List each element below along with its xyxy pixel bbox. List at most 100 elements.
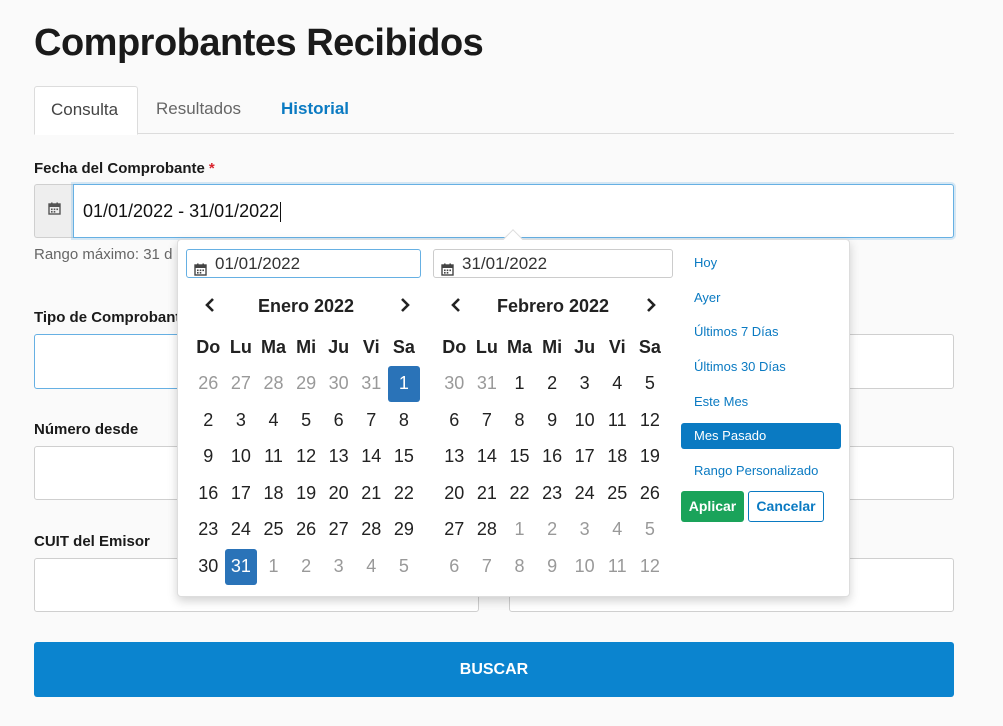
calendar-day[interactable]: 24 (225, 512, 258, 548)
calendar-day[interactable]: 15 (503, 439, 536, 475)
picker-end-input[interactable]: 31/01/2022 (433, 249, 673, 278)
calendar-day[interactable]: 25 (601, 475, 634, 511)
calendar-day[interactable]: 1 (503, 366, 536, 402)
calendar-day[interactable]: 3 (322, 549, 355, 585)
calendar-day[interactable]: 4 (601, 366, 634, 402)
buscar-button[interactable]: BUSCAR (34, 642, 954, 697)
range-option[interactable]: Ayer (681, 285, 841, 311)
calendar-day[interactable]: 23 (536, 475, 569, 511)
calendar-day[interactable]: 31 (224, 548, 258, 585)
range-option[interactable]: Este Mes (681, 389, 841, 415)
calendar-day[interactable]: 31 (355, 366, 388, 402)
calendar-day[interactable]: 19 (634, 439, 667, 475)
calendar-day[interactable]: 29 (290, 366, 323, 402)
calendar-day[interactable]: 3 (568, 366, 601, 402)
calendar-day[interactable]: 1 (257, 549, 290, 585)
calendar-day[interactable]: 26 (634, 475, 667, 511)
picker-start-input[interactable]: 01/01/2022 (186, 249, 421, 278)
calendar-day[interactable]: 5 (634, 512, 667, 548)
calendar-day[interactable]: 6 (438, 549, 471, 585)
tab-historial[interactable]: Historial (265, 86, 365, 134)
calendar-day[interactable]: 27 (225, 366, 258, 402)
calendar-day[interactable]: 9 (536, 402, 569, 438)
calendar-day[interactable]: 3 (225, 402, 258, 438)
apply-button[interactable]: Aplicar (681, 491, 744, 522)
calendar-day[interactable]: 13 (438, 439, 471, 475)
range-option[interactable]: Últimos 7 Días (681, 319, 841, 345)
calendar-day[interactable]: 24 (568, 475, 601, 511)
range-option[interactable]: Rango Personalizado (681, 458, 841, 484)
calendar-day[interactable]: 22 (503, 475, 536, 511)
calendar-day[interactable]: 30 (322, 366, 355, 402)
range-option[interactable]: Mes Pasado (681, 423, 841, 450)
tab-consulta[interactable]: Consulta (34, 86, 138, 135)
calendar-day[interactable]: 5 (388, 549, 421, 585)
prev-month-button-right[interactable] (446, 296, 466, 318)
calendar-day[interactable]: 17 (568, 439, 601, 475)
calendar-day[interactable]: 21 (471, 475, 504, 511)
calendar-day[interactable]: 31 (471, 366, 504, 402)
calendar-day[interactable]: 28 (471, 512, 504, 548)
calendar-day[interactable]: 11 (601, 549, 634, 585)
calendar-day[interactable]: 12 (290, 439, 323, 475)
calendar-day[interactable]: 30 (438, 366, 471, 402)
calendar-day[interactable]: 8 (503, 549, 536, 585)
calendar-day[interactable]: 20 (322, 475, 355, 511)
calendar-day[interactable]: 16 (192, 475, 225, 511)
calendar-day[interactable]: 7 (471, 402, 504, 438)
calendar-day[interactable]: 5 (634, 366, 667, 402)
calendar-day[interactable]: 6 (322, 402, 355, 438)
calendar-day[interactable]: 2 (192, 402, 225, 438)
range-option[interactable]: Últimos 30 Días (681, 354, 841, 380)
calendar-day[interactable]: 27 (322, 512, 355, 548)
calendar-day[interactable]: 10 (225, 439, 258, 475)
calendar-day[interactable]: 26 (290, 512, 323, 548)
calendar-day[interactable]: 8 (503, 402, 536, 438)
calendar-day[interactable]: 18 (601, 439, 634, 475)
calendar-day[interactable]: 8 (388, 402, 421, 438)
calendar-day[interactable]: 27 (438, 512, 471, 548)
calendar-day[interactable]: 9 (536, 549, 569, 585)
calendar-day[interactable]: 14 (471, 439, 504, 475)
numero-hasta-input[interactable] (845, 446, 954, 500)
calendar-day[interactable]: 20 (438, 475, 471, 511)
calendar-day[interactable]: 2 (536, 512, 569, 548)
calendar-day[interactable]: 26 (192, 366, 225, 402)
calendar-day[interactable]: 29 (388, 512, 421, 548)
calendar-day[interactable]: 15 (388, 439, 421, 475)
calendar-day[interactable]: 7 (471, 549, 504, 585)
calendar-day[interactable]: 7 (355, 402, 388, 438)
next-month-button-left[interactable] (395, 296, 415, 318)
numero-desde-input[interactable] (34, 446, 184, 500)
calendar-day[interactable]: 12 (634, 402, 667, 438)
calendar-day[interactable]: 28 (355, 512, 388, 548)
calendar-day[interactable]: 28 (257, 366, 290, 402)
calendar-day[interactable]: 1 (503, 512, 536, 548)
calendar-day[interactable]: 11 (601, 402, 634, 438)
tipo-select[interactable] (34, 334, 184, 389)
tab-resultados[interactable]: Resultados (140, 86, 257, 134)
calendar-day[interactable]: 21 (355, 475, 388, 511)
calendar-day[interactable]: 25 (257, 512, 290, 548)
calendar-day[interactable]: 30 (192, 549, 225, 585)
calendar-day[interactable]: 10 (568, 402, 601, 438)
calendar-day[interactable]: 4 (257, 402, 290, 438)
calendar-day[interactable]: 19 (290, 475, 323, 511)
calendar-day[interactable]: 18 (257, 475, 290, 511)
range-option[interactable]: Hoy (681, 250, 841, 276)
calendar-day[interactable]: 5 (290, 402, 323, 438)
calendar-day[interactable]: 12 (634, 549, 667, 585)
calendar-day[interactable]: 23 (192, 512, 225, 548)
calendar-day[interactable]: 22 (388, 475, 421, 511)
calendar-day[interactable]: 17 (225, 475, 258, 511)
calendar-day[interactable]: 10 (568, 549, 601, 585)
calendar-day[interactable]: 16 (536, 439, 569, 475)
cancel-button[interactable]: Cancelar (748, 491, 824, 522)
prev-month-button[interactable] (200, 296, 220, 318)
calendar-day[interactable]: 14 (355, 439, 388, 475)
calendar-day[interactable]: 2 (536, 366, 569, 402)
calendar-day[interactable]: 11 (257, 439, 290, 475)
calendar-day[interactable]: 4 (601, 512, 634, 548)
calendar-day[interactable]: 6 (438, 402, 471, 438)
calendar-day[interactable]: 9 (192, 439, 225, 475)
